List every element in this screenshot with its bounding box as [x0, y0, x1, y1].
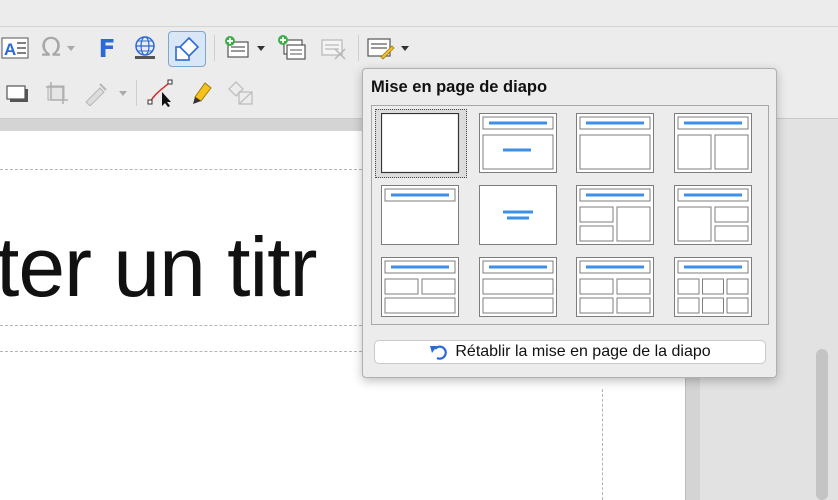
- special-character-dropdown[interactable]: [66, 33, 76, 63]
- delete-slide-icon[interactable]: [318, 33, 348, 63]
- layout-thumbnail: [576, 184, 654, 245]
- new-slide-dropdown[interactable]: [256, 33, 266, 63]
- new-slide-icon[interactable]: [222, 33, 252, 63]
- filter-dropdown[interactable]: [118, 78, 128, 108]
- slide-title-placeholder[interactable]: ter un titr: [0, 219, 317, 316]
- shadow-icon[interactable]: [2, 78, 32, 108]
- layout-blank[interactable]: [375, 109, 467, 178]
- reset-layout-button[interactable]: Rétablir la mise en page de la diapo: [374, 340, 766, 364]
- duplicate-slide-icon[interactable]: [276, 33, 306, 63]
- toolbar-separator: [358, 35, 359, 61]
- layout-title-4-content[interactable]: [570, 253, 662, 322]
- glue-points-icon[interactable]: [186, 78, 216, 108]
- crop-image-icon[interactable]: [42, 78, 72, 108]
- layout-thumbnail: [381, 184, 459, 245]
- layout-thumbnail: [673, 112, 752, 173]
- layout-grid: [371, 105, 769, 325]
- layout-title-content[interactable]: [570, 109, 662, 178]
- fontwork-text-icon[interactable]: A: [0, 33, 30, 63]
- toolbar-separator: [214, 35, 215, 61]
- layout-centered-text[interactable]: [473, 181, 565, 250]
- layout-title-only[interactable]: [375, 181, 467, 250]
- placeholder-border: [0, 325, 362, 326]
- fontwork-icon[interactable]: F: [92, 33, 122, 63]
- undo-arrow-icon: [430, 345, 448, 360]
- layout-title-2-content[interactable]: [668, 109, 760, 178]
- layout-thumbnail: [478, 256, 557, 317]
- layout-title-content-over-content[interactable]: [473, 253, 565, 322]
- layout-thumbnail: [673, 256, 752, 317]
- layout-thumbnail: [381, 112, 460, 173]
- layout-thumbnail: [576, 112, 654, 173]
- placeholder-border: [0, 169, 362, 170]
- layout-thumbnail: [478, 184, 557, 245]
- shape-transform-icon[interactable]: [226, 78, 256, 108]
- slide-layout-popup: Mise en page de diapo Rétablir la mise e…: [362, 68, 777, 378]
- layout-title-2-content-content[interactable]: [570, 181, 662, 250]
- layout-thumbnail: [478, 112, 557, 173]
- svg-text:A: A: [4, 40, 16, 59]
- layout-thumbnail: [576, 256, 654, 317]
- points-edit-icon[interactable]: [146, 78, 176, 108]
- layout-title-6-content[interactable]: [668, 253, 760, 322]
- window-top-strip: [0, 0, 838, 27]
- placeholder-border: [602, 389, 603, 500]
- shapes-icon[interactable]: [168, 31, 206, 67]
- slide-layout-icon[interactable]: [365, 33, 395, 63]
- toolbar-separator: [136, 80, 137, 106]
- layout-title-content-2-content[interactable]: [668, 181, 760, 250]
- layout-thumbnail: [381, 256, 459, 317]
- filter-icon[interactable]: [80, 78, 110, 108]
- placeholder-border: [0, 351, 362, 352]
- hyperlink-globe-icon[interactable]: [130, 33, 160, 63]
- layout-title-subtitle[interactable]: [473, 109, 565, 178]
- layout-title-2-content-over-content[interactable]: [375, 253, 467, 322]
- reset-layout-label: Rétablir la mise en page de la diapo: [455, 343, 711, 360]
- slide-layout-dropdown[interactable]: [400, 33, 410, 63]
- popup-title: Mise en page de diapo: [371, 78, 548, 96]
- special-character-icon[interactable]: Ω: [36, 33, 66, 63]
- vertical-scrollbar[interactable]: [816, 349, 828, 500]
- layout-thumbnail: [673, 184, 752, 245]
